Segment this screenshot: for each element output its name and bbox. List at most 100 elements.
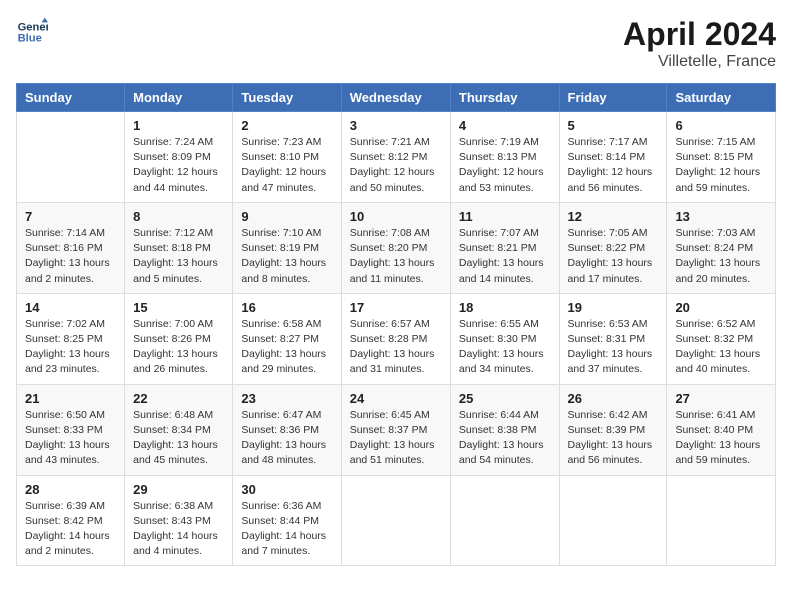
weekday-header: Monday bbox=[125, 84, 233, 112]
calendar-week-row: 28Sunrise: 6:39 AMSunset: 8:42 PMDayligh… bbox=[17, 475, 776, 566]
day-info: Sunrise: 7:19 AMSunset: 8:13 PMDaylight:… bbox=[459, 135, 551, 196]
day-number: 29 bbox=[133, 482, 224, 497]
day-number: 7 bbox=[25, 209, 116, 224]
day-info: Sunrise: 6:47 AMSunset: 8:36 PMDaylight:… bbox=[241, 408, 332, 469]
weekday-header: Friday bbox=[559, 84, 667, 112]
day-number: 30 bbox=[241, 482, 332, 497]
day-info: Sunrise: 7:02 AMSunset: 8:25 PMDaylight:… bbox=[25, 317, 116, 378]
day-number: 19 bbox=[568, 300, 659, 315]
calendar-cell: 4 Sunrise: 7:19 AMSunset: 8:13 PMDaylight… bbox=[450, 112, 559, 203]
calendar-cell: 18 Sunrise: 6:55 AMSunset: 8:30 PMDayligh… bbox=[450, 293, 559, 384]
day-info: Sunrise: 7:05 AMSunset: 8:22 PMDaylight:… bbox=[568, 226, 659, 287]
day-info: Sunrise: 7:03 AMSunset: 8:24 PMDaylight:… bbox=[675, 226, 767, 287]
day-number: 27 bbox=[675, 391, 767, 406]
day-number: 25 bbox=[459, 391, 551, 406]
weekday-header: Wednesday bbox=[341, 84, 450, 112]
calendar-cell: 29 Sunrise: 6:38 AMSunset: 8:43 PMDayligh… bbox=[125, 475, 233, 566]
day-number: 13 bbox=[675, 209, 767, 224]
day-number: 12 bbox=[568, 209, 659, 224]
calendar-cell: 7 Sunrise: 7:14 AMSunset: 8:16 PMDaylight… bbox=[17, 202, 125, 293]
day-info: Sunrise: 6:55 AMSunset: 8:30 PMDaylight:… bbox=[459, 317, 551, 378]
title-block: April 2024 Villetelle, France bbox=[623, 16, 776, 71]
calendar-cell: 14 Sunrise: 7:02 AMSunset: 8:25 PMDayligh… bbox=[17, 293, 125, 384]
calendar-cell bbox=[17, 112, 125, 203]
calendar-cell: 12 Sunrise: 7:05 AMSunset: 8:22 PMDayligh… bbox=[559, 202, 667, 293]
day-info: Sunrise: 6:57 AMSunset: 8:28 PMDaylight:… bbox=[350, 317, 442, 378]
day-info: Sunrise: 6:42 AMSunset: 8:39 PMDaylight:… bbox=[568, 408, 659, 469]
calendar-cell: 5 Sunrise: 7:17 AMSunset: 8:14 PMDaylight… bbox=[559, 112, 667, 203]
day-number: 6 bbox=[675, 118, 767, 133]
calendar-cell: 16 Sunrise: 6:58 AMSunset: 8:27 PMDayligh… bbox=[233, 293, 341, 384]
day-number: 20 bbox=[675, 300, 767, 315]
calendar-cell: 2Sunrise: 7:23 AMSunset: 8:10 PMDaylight… bbox=[233, 112, 341, 203]
day-number: 23 bbox=[241, 391, 332, 406]
day-number: 14 bbox=[25, 300, 116, 315]
calendar-cell: 10Sunrise: 7:08 AMSunset: 8:20 PMDayligh… bbox=[341, 202, 450, 293]
day-info: Sunrise: 6:41 AMSunset: 8:40 PMDaylight:… bbox=[675, 408, 767, 469]
day-number: 9 bbox=[241, 209, 332, 224]
day-info: Sunrise: 6:36 AMSunset: 8:44 PMDaylight:… bbox=[241, 499, 332, 560]
calendar-location: Villetelle, France bbox=[623, 53, 776, 71]
calendar-cell bbox=[559, 475, 667, 566]
calendar-cell: 20 Sunrise: 6:52 AMSunset: 8:32 PMDayligh… bbox=[667, 293, 776, 384]
svg-text:Blue: Blue bbox=[18, 33, 42, 45]
day-number: 17 bbox=[350, 300, 442, 315]
calendar-cell: 1 Sunrise: 7:24 AMSunset: 8:09 PMDaylight… bbox=[125, 112, 233, 203]
calendar-cell: 26 Sunrise: 6:42 AMSunset: 8:39 PMDayligh… bbox=[559, 384, 667, 475]
calendar-cell: 8Sunrise: 7:12 AMSunset: 8:18 PMDaylight… bbox=[125, 202, 233, 293]
day-info: Sunrise: 6:58 AMSunset: 8:27 PMDaylight:… bbox=[241, 317, 332, 378]
calendar-cell bbox=[341, 475, 450, 566]
weekday-header: Sunday bbox=[17, 84, 125, 112]
calendar-week-row: 1 Sunrise: 7:24 AMSunset: 8:09 PMDaylight… bbox=[17, 112, 776, 203]
day-info: Sunrise: 6:52 AMSunset: 8:32 PMDaylight:… bbox=[675, 317, 767, 378]
day-number: 16 bbox=[241, 300, 332, 315]
day-number: 28 bbox=[25, 482, 116, 497]
calendar-cell: 11Sunrise: 7:07 AMSunset: 8:21 PMDayligh… bbox=[450, 202, 559, 293]
calendar-cell: 27 Sunrise: 6:41 AMSunset: 8:40 PMDayligh… bbox=[667, 384, 776, 475]
day-info: Sunrise: 7:10 AMSunset: 8:19 PMDaylight:… bbox=[241, 226, 332, 287]
svg-text:General: General bbox=[18, 21, 48, 33]
day-number: 2 bbox=[241, 118, 332, 133]
day-info: Sunrise: 7:17 AMSunset: 8:14 PMDaylight:… bbox=[568, 135, 659, 196]
day-info: Sunrise: 6:45 AMSunset: 8:37 PMDaylight:… bbox=[350, 408, 442, 469]
day-number: 15 bbox=[133, 300, 224, 315]
calendar-cell: 21 Sunrise: 6:50 AMSunset: 8:33 PMDayligh… bbox=[17, 384, 125, 475]
day-number: 5 bbox=[568, 118, 659, 133]
day-info: Sunrise: 7:08 AMSunset: 8:20 PMDaylight:… bbox=[350, 226, 442, 287]
day-number: 26 bbox=[568, 391, 659, 406]
day-info: Sunrise: 7:21 AMSunset: 8:12 PMDaylight:… bbox=[350, 135, 442, 196]
calendar-cell: 28Sunrise: 6:39 AMSunset: 8:42 PMDayligh… bbox=[17, 475, 125, 566]
day-info: Sunrise: 7:14 AMSunset: 8:16 PMDaylight:… bbox=[25, 226, 116, 287]
day-info: Sunrise: 6:50 AMSunset: 8:33 PMDaylight:… bbox=[25, 408, 116, 469]
calendar-cell: 3 Sunrise: 7:21 AMSunset: 8:12 PMDaylight… bbox=[341, 112, 450, 203]
day-number: 21 bbox=[25, 391, 116, 406]
calendar-cell: 15Sunrise: 7:00 AMSunset: 8:26 PMDayligh… bbox=[125, 293, 233, 384]
day-number: 1 bbox=[133, 118, 224, 133]
page-header: General Blue April 2024 Villetelle, Fran… bbox=[16, 16, 776, 71]
calendar-cell: 25Sunrise: 6:44 AMSunset: 8:38 PMDayligh… bbox=[450, 384, 559, 475]
calendar-week-row: 7 Sunrise: 7:14 AMSunset: 8:16 PMDaylight… bbox=[17, 202, 776, 293]
calendar-week-row: 14 Sunrise: 7:02 AMSunset: 8:25 PMDayligh… bbox=[17, 293, 776, 384]
day-number: 24 bbox=[350, 391, 442, 406]
day-number: 3 bbox=[350, 118, 442, 133]
calendar-cell: 17 Sunrise: 6:57 AMSunset: 8:28 PMDayligh… bbox=[341, 293, 450, 384]
calendar-week-row: 21 Sunrise: 6:50 AMSunset: 8:33 PMDayligh… bbox=[17, 384, 776, 475]
calendar-cell bbox=[667, 475, 776, 566]
weekday-header-row: SundayMondayTuesdayWednesdayThursdayFrid… bbox=[17, 84, 776, 112]
day-info: Sunrise: 6:53 AMSunset: 8:31 PMDaylight:… bbox=[568, 317, 659, 378]
day-info: Sunrise: 7:24 AMSunset: 8:09 PMDaylight:… bbox=[133, 135, 224, 196]
calendar-cell: 23 Sunrise: 6:47 AMSunset: 8:36 PMDayligh… bbox=[233, 384, 341, 475]
calendar-cell: 13 Sunrise: 7:03 AMSunset: 8:24 PMDayligh… bbox=[667, 202, 776, 293]
day-number: 18 bbox=[459, 300, 551, 315]
calendar-cell: 22Sunrise: 6:48 AMSunset: 8:34 PMDayligh… bbox=[125, 384, 233, 475]
day-number: 4 bbox=[459, 118, 551, 133]
calendar-cell: 30 Sunrise: 6:36 AMSunset: 8:44 PMDayligh… bbox=[233, 475, 341, 566]
calendar-table: SundayMondayTuesdayWednesdayThursdayFrid… bbox=[16, 83, 776, 566]
day-info: Sunrise: 6:38 AMSunset: 8:43 PMDaylight:… bbox=[133, 499, 224, 560]
calendar-cell: 19 Sunrise: 6:53 AMSunset: 8:31 PMDayligh… bbox=[559, 293, 667, 384]
logo: General Blue bbox=[16, 16, 48, 48]
day-number: 22 bbox=[133, 391, 224, 406]
day-number: 8 bbox=[133, 209, 224, 224]
weekday-header: Thursday bbox=[450, 84, 559, 112]
day-number: 11 bbox=[459, 209, 551, 224]
